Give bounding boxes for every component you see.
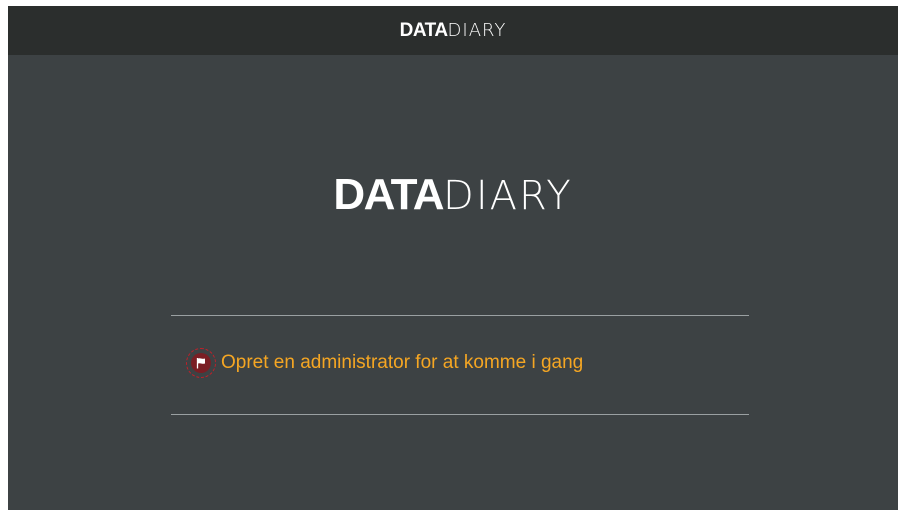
- app-window: DATA DIARY DATA DIARY Opret en administr…: [8, 6, 898, 510]
- flag-badge: [186, 348, 216, 378]
- hero-logo: DATA DIARY: [333, 170, 572, 220]
- divider-bottom: [171, 414, 749, 415]
- setup-notice[interactable]: Opret en administrator for at komme i ga…: [186, 348, 583, 378]
- hero-logo-thin: DIARY: [443, 173, 573, 219]
- flag-icon: [191, 353, 211, 373]
- divider-top: [171, 315, 749, 316]
- top-bar: DATA DIARY: [8, 6, 898, 55]
- header-logo-thin: DIARY: [447, 19, 507, 41]
- header-logo-bold: DATA: [399, 19, 448, 41]
- hero: DATA DIARY: [8, 170, 898, 220]
- header-logo[interactable]: DATA DIARY: [400, 20, 507, 42]
- setup-notice-text[interactable]: Opret en administrator for at komme i ga…: [221, 352, 583, 374]
- hero-logo-bold: DATA: [333, 170, 444, 219]
